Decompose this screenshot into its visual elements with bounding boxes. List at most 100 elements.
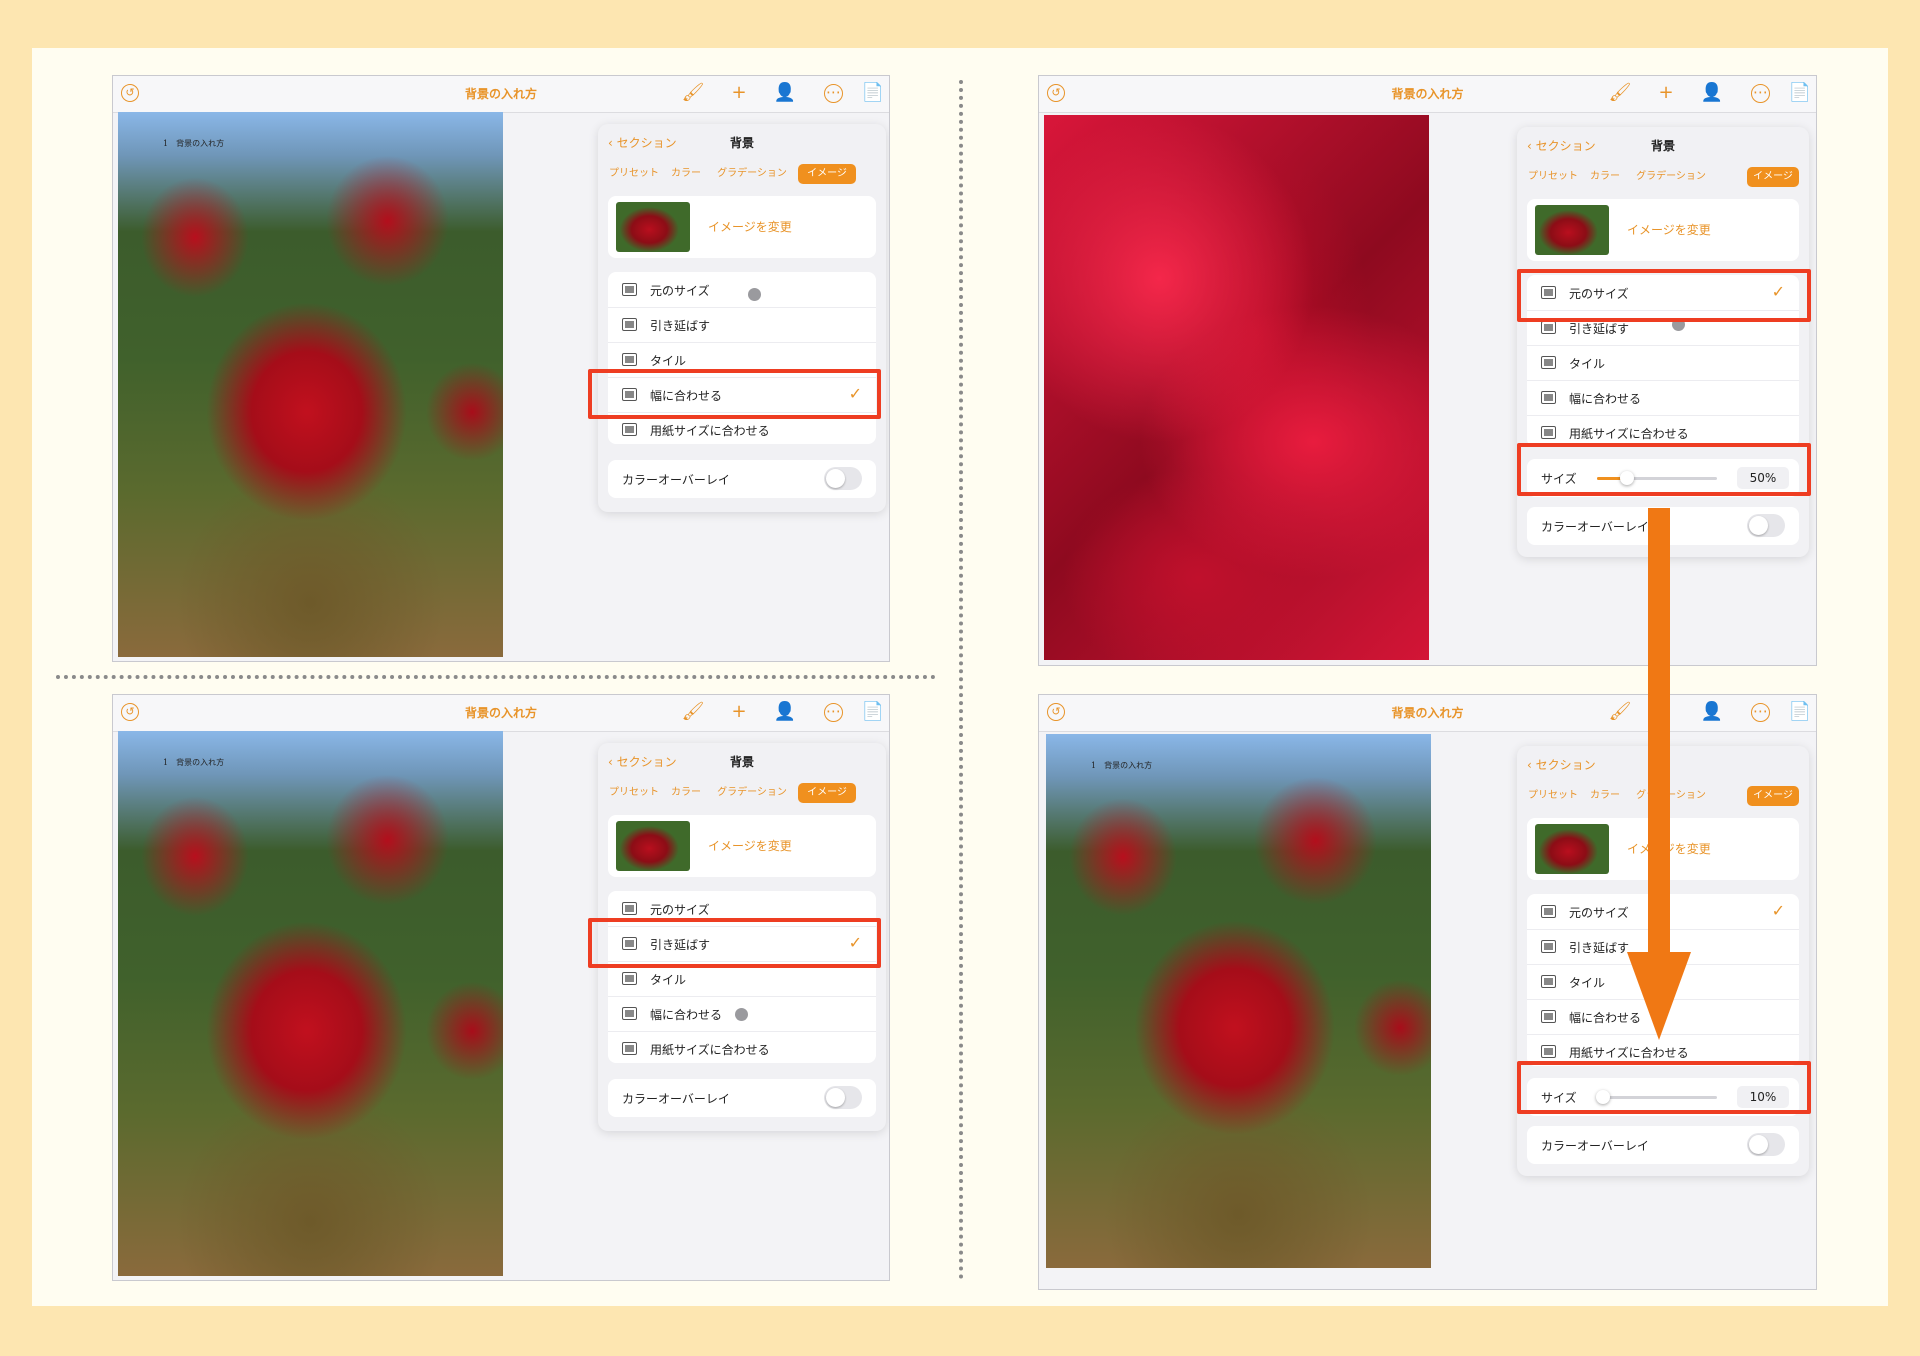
- highlight-fit-width: [588, 369, 881, 419]
- popover-title: 背景: [1650, 139, 1675, 153]
- color-overlay-toggle[interactable]: [1747, 1133, 1785, 1156]
- option-label: 幅に合わせる: [1569, 392, 1642, 406]
- page-background-image: 1 背景の入れ方: [1046, 734, 1431, 1268]
- collaborate-icon[interactable]: 👤: [1700, 701, 1724, 723]
- tab-gradient[interactable]: グラデーション: [712, 783, 792, 803]
- brush-icon[interactable]: 🖌: [681, 701, 705, 723]
- change-image-label: イメージを変更: [708, 220, 792, 234]
- option-tile[interactable]: タイル: [1527, 345, 1799, 381]
- option-label: タイル: [1569, 976, 1606, 990]
- option-label: 幅に合わせる: [650, 1008, 723, 1022]
- tab-color[interactable]: カラー: [1585, 167, 1625, 187]
- highlight-stretch: [588, 918, 881, 968]
- more-icon[interactable]: ⋯: [824, 84, 843, 103]
- option-label: タイル: [650, 973, 687, 987]
- more-icon[interactable]: ⋯: [1751, 703, 1770, 722]
- tab-color[interactable]: カラー: [1585, 786, 1625, 806]
- brush-icon[interactable]: 🖌: [1608, 82, 1632, 104]
- tab-preset[interactable]: プリセット: [608, 783, 660, 803]
- fit-paper-icon: [1541, 426, 1556, 439]
- brush-icon[interactable]: 🖌: [1608, 701, 1632, 723]
- document-icon[interactable]: 📄: [1788, 82, 1812, 104]
- popover-title: 背景: [729, 755, 754, 769]
- tab-image[interactable]: イメージ: [798, 164, 856, 184]
- highlight-size-50: [1517, 443, 1811, 496]
- option-fit-width[interactable]: 幅に合わせる: [1527, 380, 1799, 416]
- image-thumbnail: [1535, 205, 1609, 255]
- option-label: タイル: [650, 354, 687, 368]
- change-image-label: イメージを変更: [1627, 223, 1711, 237]
- image-thumbnail: [616, 202, 690, 252]
- tab-image[interactable]: イメージ: [798, 783, 856, 803]
- highlight-original-size: [1517, 269, 1811, 322]
- section-back-label: セクション: [1535, 758, 1596, 772]
- fit-width-icon: [1541, 391, 1556, 404]
- page-header: 1 背景の入れ方: [1091, 761, 1153, 770]
- color-overlay-row: カラーオーバーレイ: [608, 460, 876, 498]
- collaborate-icon[interactable]: 👤: [773, 701, 797, 723]
- section-back-button[interactable]: ‹ セクション: [1527, 756, 1596, 773]
- stretch-icon: [622, 318, 637, 331]
- option-label: 元のサイズ: [1569, 906, 1629, 920]
- more-icon[interactable]: ⋯: [1751, 84, 1770, 103]
- plus-icon[interactable]: +: [727, 701, 751, 723]
- original-size-icon: [1541, 905, 1556, 918]
- fit-paper-icon: [622, 423, 637, 436]
- option-label: タイル: [1569, 357, 1606, 371]
- document-icon[interactable]: 📄: [861, 82, 885, 104]
- option-fit-paper[interactable]: 用紙サイズに合わせる: [608, 1031, 876, 1066]
- tab-color[interactable]: カラー: [666, 164, 706, 184]
- fit-paper-icon: [622, 1042, 637, 1055]
- tab-color[interactable]: カラー: [666, 783, 706, 803]
- color-overlay-row: カラーオーバーレイ: [608, 1079, 876, 1117]
- flow-arrow-shaft: [1648, 508, 1670, 958]
- tab-gradient[interactable]: グラデーション: [1631, 786, 1711, 806]
- tab-image[interactable]: イメージ: [1747, 786, 1799, 806]
- highlight-size-10: [1517, 1061, 1811, 1114]
- option-label: 元のサイズ: [650, 903, 710, 917]
- tab-gradient[interactable]: グラデーション: [712, 164, 792, 184]
- plus-icon[interactable]: +: [727, 82, 751, 104]
- fit-paper-icon: [1541, 1045, 1556, 1058]
- tab-preset[interactable]: プリセット: [1527, 786, 1579, 806]
- collaborate-icon[interactable]: 👤: [773, 82, 797, 104]
- background-popover: ‹ セクション 背景 プリセット カラー グラデーション イメージ イメージを変…: [598, 124, 886, 512]
- page-background-image: 1 背景の入れ方: [118, 731, 503, 1276]
- change-image-row[interactable]: イメージを変更: [608, 196, 876, 258]
- tile-icon: [1541, 356, 1556, 369]
- toolbar: ↺ 背景の入れ方 🖌 + 👤 ⋯ 📄: [113, 695, 889, 732]
- horizontal-dotted-divider: [56, 675, 936, 679]
- option-label: 元のサイズ: [650, 284, 710, 298]
- change-image-row[interactable]: イメージを変更: [1527, 199, 1799, 261]
- page-background-image: 1 背景の入れ方: [118, 112, 503, 657]
- change-image-label: イメージを変更: [708, 839, 792, 853]
- toolbar: ↺ 背景の入れ方 🖌 + 👤 ⋯ 📄: [113, 76, 889, 113]
- tab-gradient[interactable]: グラデーション: [1631, 167, 1711, 187]
- color-overlay-label: カラーオーバーレイ: [622, 1092, 730, 1106]
- brush-icon[interactable]: 🖌: [681, 82, 705, 104]
- document-icon[interactable]: 📄: [861, 701, 885, 723]
- tab-preset[interactable]: プリセット: [608, 164, 660, 184]
- document-icon[interactable]: 📄: [1788, 701, 1812, 723]
- option-label: 引き延ばす: [650, 319, 711, 333]
- screenshot-bottom-right: ↺ 背景の入れ方 🖌 👤 ⋯ 📄 1 背景の入れ方 ‹ セクション プリセット …: [1038, 694, 1817, 1290]
- color-overlay-toggle[interactable]: [1747, 514, 1785, 537]
- option-stretch[interactable]: 引き延ばす: [608, 307, 876, 343]
- fit-width-icon: [1541, 1010, 1556, 1023]
- screenshot-top-right: ↺ 背景の入れ方 🖌 + 👤 ⋯ 📄 ‹ セクション 背景 プリセット カラー …: [1038, 75, 1817, 666]
- option-label: 用紙サイズに合わせる: [1569, 1046, 1689, 1060]
- option-label: 用紙サイズに合わせる: [650, 424, 770, 438]
- page-header: 1 背景の入れ方: [163, 139, 225, 148]
- color-overlay-toggle[interactable]: [824, 467, 862, 490]
- color-overlay-toggle[interactable]: [824, 1086, 862, 1109]
- original-size-icon: [622, 902, 637, 915]
- collaborate-icon[interactable]: 👤: [1700, 82, 1724, 104]
- option-label: 引き延ばす: [1569, 941, 1630, 955]
- plus-icon[interactable]: +: [1654, 82, 1678, 104]
- option-original-size[interactable]: 元のサイズ: [608, 272, 876, 308]
- tab-preset[interactable]: プリセット: [1527, 167, 1579, 187]
- image-thumbnail: [1535, 824, 1609, 874]
- more-icon[interactable]: ⋯: [824, 703, 843, 722]
- change-image-row[interactable]: イメージを変更: [608, 815, 876, 877]
- tab-image[interactable]: イメージ: [1747, 167, 1799, 187]
